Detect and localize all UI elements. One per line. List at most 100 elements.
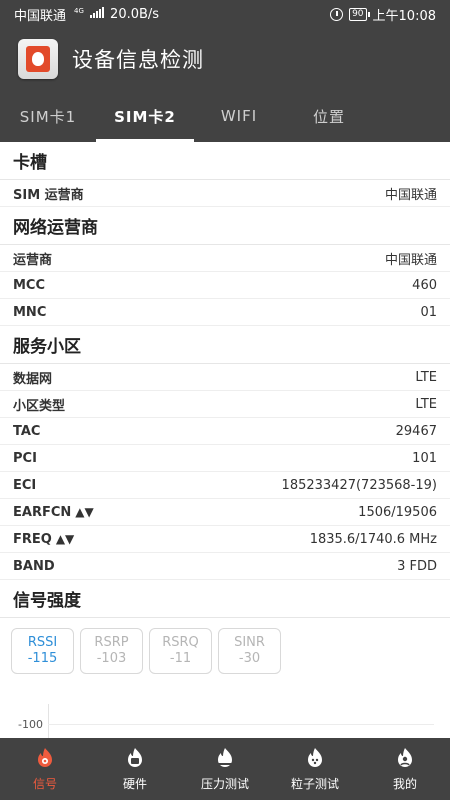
carrier-name: 中国联通 <box>14 8 67 24</box>
hardware-icon <box>123 746 147 770</box>
metric-button-rsrp[interactable]: RSRP -103 <box>80 628 143 674</box>
particle-test-icon <box>303 746 327 770</box>
section-title-network: 网络运营商 <box>0 207 450 245</box>
alarm-icon <box>330 7 344 21</box>
nav-label: 粒子测试 <box>290 777 339 791</box>
info-row-freq[interactable]: FREQ ▲▼ 1835.6/1740.6 MHz <box>0 526 450 553</box>
sort-toggle-icon[interactable]: ▲▼ <box>56 532 74 546</box>
row-label: TAC <box>13 423 41 439</box>
signal-chart: -100 <box>0 704 450 738</box>
row-label-group: EARFCN ▲▼ <box>13 505 94 520</box>
info-row: MNC 01 <box>0 299 450 326</box>
metric-value: -103 <box>96 651 127 666</box>
bottom-nav: 信号 硬件 压力测试 粒子测试 我的 <box>0 738 450 800</box>
row-label-group: FREQ ▲▼ <box>13 532 74 547</box>
row-label: PCI <box>13 450 37 466</box>
tab-location[interactable]: 位置 <box>284 90 374 142</box>
row-label: 运营商 <box>13 252 53 268</box>
metric-button-rssi[interactable]: RSSI -115 <box>11 628 74 674</box>
nav-item-hardware[interactable]: 硬件 <box>90 738 180 800</box>
profile-icon <box>393 746 417 770</box>
row-label: EARFCN <box>13 504 72 520</box>
status-right: 90 上午10:08 <box>330 5 436 24</box>
info-row: TAC 29467 <box>0 418 450 445</box>
row-value: 中国联通 <box>384 187 437 203</box>
metric-button-sinr[interactable]: SINR -30 <box>218 628 281 674</box>
signal-strength-icon <box>90 6 105 18</box>
row-label: ECI <box>13 477 37 493</box>
info-row-earfcn[interactable]: EARFCN ▲▼ 1506/19506 <box>0 499 450 526</box>
tab-sim2[interactable]: SIM卡2 <box>96 90 194 142</box>
row-value: 1835.6/1740.6 MHz <box>309 531 437 547</box>
nav-label: 信号 <box>32 777 57 791</box>
battery-icon: 90 <box>349 7 371 21</box>
chart-gridline <box>48 724 434 725</box>
row-label: MCC <box>13 277 46 293</box>
row-value: 3 FDD <box>397 558 437 574</box>
row-value: 185233427(723568-19) <box>281 477 437 493</box>
sort-toggle-icon[interactable]: ▲▼ <box>75 505 93 519</box>
info-row: 运营商 中国联通 <box>0 245 450 272</box>
info-row: BAND 3 FDD <box>0 553 450 580</box>
tab-sim1[interactable]: SIM卡1 <box>0 90 96 142</box>
tab-label: SIM卡1 <box>19 107 77 126</box>
status-left: 中国联通 4G 20.0B/s <box>14 5 159 24</box>
info-row: MCC 460 <box>0 272 450 299</box>
section-title-slot: 卡槽 <box>0 142 450 180</box>
network-speed: 20.0B/s <box>110 6 160 22</box>
row-label: FREQ <box>13 531 52 547</box>
metric-value: -11 <box>169 651 192 666</box>
row-label: 数据网 <box>13 371 53 387</box>
sim-info-content[interactable]: 卡槽 SIM 运营商 中国联通 网络运营商 运营商 中国联通 MCC 460 M… <box>0 142 450 738</box>
signal-icon <box>33 746 57 770</box>
tab-label: 位置 <box>312 107 345 126</box>
row-label: 小区类型 <box>13 398 66 414</box>
info-row: PCI 101 <box>0 445 450 472</box>
metric-name: RSRQ <box>162 635 199 650</box>
info-row: SIM 运营商 中国联通 <box>0 180 450 207</box>
info-row: ECI 185233427(723568-19) <box>0 472 450 499</box>
row-value: 101 <box>412 450 437 466</box>
row-value: 中国联通 <box>384 252 437 268</box>
status-bar: 中国联通 4G 20.0B/s 90 上午10:08 <box>0 0 450 28</box>
stress-test-icon <box>213 746 237 770</box>
metric-name: RSSI <box>27 635 58 650</box>
chart-y-tick: -100 <box>18 718 43 731</box>
info-row: 小区类型 LTE <box>0 391 450 418</box>
network-tag: 4G <box>74 6 84 15</box>
row-value: 29467 <box>395 423 437 439</box>
device-fire-icon <box>18 39 58 79</box>
signal-metric-selector: RSSI -115 RSRP -103 RSRQ -11 SINR -30 <box>0 618 450 674</box>
metric-button-rsrq[interactable]: RSRQ -11 <box>149 628 212 674</box>
row-value: 460 <box>412 277 437 293</box>
metric-name: SINR <box>234 635 265 650</box>
app-title: 设备信息检测 <box>72 48 204 72</box>
nav-item-particle-test[interactable]: 粒子测试 <box>270 738 360 800</box>
row-value: 01 <box>420 304 437 320</box>
tab-label: SIM卡2 <box>114 107 176 126</box>
row-label: MNC <box>13 304 47 320</box>
metric-value: -30 <box>238 651 261 666</box>
row-value: 1506/19506 <box>358 504 437 520</box>
nav-label: 压力测试 <box>200 777 249 791</box>
section-title-signal: 信号强度 <box>0 580 450 618</box>
network-type-icon: 4G <box>72 6 105 22</box>
tab-bar: SIM卡1 SIM卡2 WIFI 位置 <box>0 90 450 142</box>
row-label: SIM 运营商 <box>13 187 84 203</box>
row-value: LTE <box>415 369 437 385</box>
battery-level: 90 <box>352 9 364 19</box>
clock: 上午10:08 <box>372 8 436 24</box>
nav-label: 我的 <box>392 777 417 791</box>
nav-item-signal[interactable]: 信号 <box>0 738 90 800</box>
nav-label: 硬件 <box>122 777 147 791</box>
tab-label: WIFI <box>220 107 258 125</box>
app-bar: 设备信息检测 <box>0 28 450 90</box>
nav-item-profile[interactable]: 我的 <box>360 738 450 800</box>
section-title-cell: 服务小区 <box>0 326 450 364</box>
nav-item-stress-test[interactable]: 压力测试 <box>180 738 270 800</box>
row-value: LTE <box>415 396 437 412</box>
info-row: 数据网 LTE <box>0 364 450 391</box>
metric-name: RSRP <box>94 635 129 650</box>
metric-value: -115 <box>27 651 58 666</box>
tab-wifi[interactable]: WIFI <box>194 90 284 142</box>
